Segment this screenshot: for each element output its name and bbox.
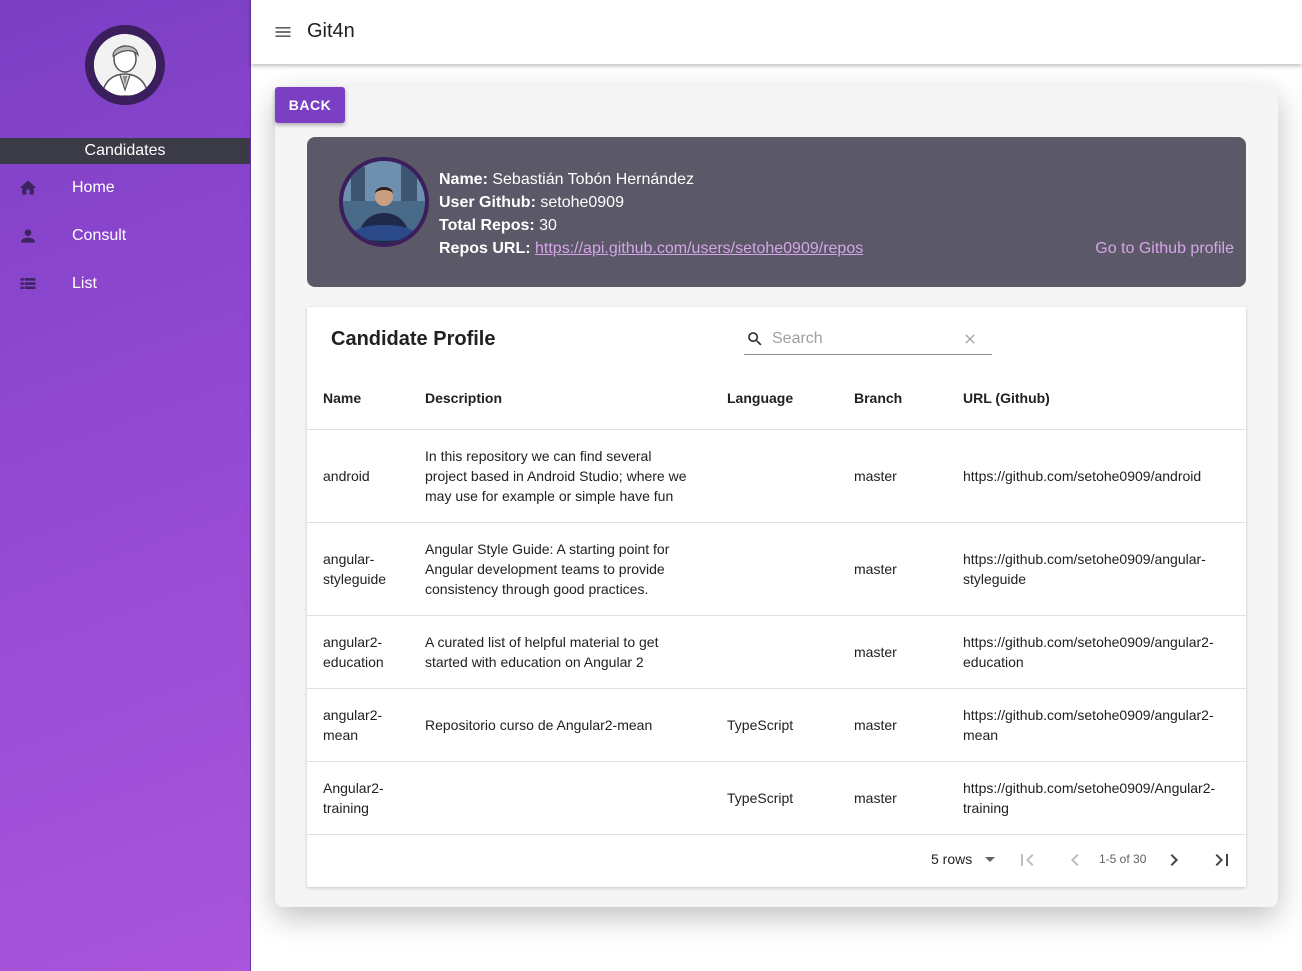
total-repos-value: 30	[539, 217, 557, 234]
candidate-repos-table-card: Candidate Profile Name Description Langu…	[307, 307, 1246, 887]
column-header-branch[interactable]: Branch	[838, 367, 947, 430]
sidebar-item-label: List	[72, 275, 97, 292]
search-icon	[748, 332, 762, 346]
candidate-name: Sebastián Tobón Hernández	[492, 171, 694, 188]
candidate-name-line: Name: Sebastián Tobón Hernández	[439, 171, 694, 189]
cell-name: Angular2-training	[307, 761, 409, 835]
businessman-icon	[94, 34, 156, 96]
sidebar-item-consult[interactable]: Consult	[0, 212, 250, 260]
candidate-repos-line: Total Repos: 30	[439, 217, 557, 235]
cell-language	[711, 429, 838, 523]
cell-url: https://github.com/setohe0909/android	[947, 429, 1246, 523]
app-title: Git4n	[307, 20, 355, 42]
sidebar-item-label: Consult	[72, 227, 127, 244]
search-input[interactable]	[772, 328, 952, 350]
cell-branch: master	[838, 688, 947, 762]
top-app-bar: Git4n	[251, 0, 1302, 64]
column-header-description[interactable]: Description	[409, 367, 711, 430]
sidebar-item-list[interactable]: List	[0, 260, 250, 308]
cell-language	[711, 522, 838, 616]
column-header-url[interactable]: URL (Github)	[947, 367, 1246, 430]
table-row[interactable]: Angular2-training TypeScript master http…	[307, 761, 1246, 835]
cell-name: angular2-mean	[307, 688, 409, 762]
cell-branch: master	[838, 615, 947, 689]
cell-language: TypeScript	[711, 761, 838, 835]
cell-branch: master	[838, 429, 947, 523]
repos-url-label: Repos URL:	[439, 240, 531, 257]
list-icon	[20, 278, 36, 289]
pagination-range: 1-5 of 30	[1099, 852, 1147, 866]
column-header-name[interactable]: Name	[307, 367, 409, 430]
cell-language: TypeScript	[711, 688, 838, 762]
last-page-icon[interactable]	[1210, 848, 1234, 872]
cell-branch: master	[838, 761, 947, 835]
candidate-github-line: User Github: setohe0909	[439, 194, 624, 212]
dropdown-caret-icon[interactable]	[985, 857, 995, 862]
cell-language	[711, 615, 838, 689]
clear-search-icon[interactable]	[962, 331, 978, 347]
candidate-photo	[343, 161, 425, 243]
cell-description: A curated list of helpful material to ge…	[409, 615, 711, 689]
go-to-github-profile-link[interactable]: Go to Github profile	[1095, 240, 1234, 258]
candidate-avatar	[339, 157, 429, 247]
sidebar-item-home[interactable]: Home	[0, 164, 250, 212]
candidate-repos-url-line: Repos URL: https://api.github.com/users/…	[439, 240, 863, 258]
name-label: Name:	[439, 171, 488, 188]
table-pagination: 5 rows 1-5 of 30	[307, 834, 1246, 887]
rows-per-page-select[interactable]: 5 rows	[931, 851, 972, 867]
sidebar-item-label: Home	[72, 179, 115, 196]
sidebar-header: Candidates	[0, 138, 250, 164]
cell-description: Angular Style Guide: A starting point fo…	[409, 522, 711, 616]
total-repos-label: Total Repos:	[439, 217, 535, 234]
table-header-row: Name Description Language Branch URL (Gi…	[307, 367, 1246, 430]
cell-description: In this repository we can find several p…	[409, 429, 711, 523]
sidebar: Candidates Home Consult List	[0, 0, 251, 971]
cell-url: https://github.com/setohe0909/Angular2-t…	[947, 761, 1246, 835]
candidate-profile-summary: Name: Sebastián Tobón Hernández User Git…	[307, 137, 1246, 287]
cell-branch: master	[838, 522, 947, 616]
github-label: User Github:	[439, 194, 536, 211]
repos-url-link[interactable]: https://api.github.com/users/setohe0909/…	[535, 240, 863, 257]
table-row[interactable]: angular-styleguide Angular Style Guide: …	[307, 522, 1246, 616]
column-header-language[interactable]: Language	[711, 367, 838, 430]
person-icon	[21, 229, 35, 243]
table-row[interactable]: android In this repository we can find s…	[307, 429, 1246, 523]
app-logo-avatar	[85, 25, 165, 105]
home-icon	[19, 180, 37, 195]
menu-icon[interactable]	[273, 22, 293, 42]
previous-page-icon[interactable]	[1063, 848, 1087, 872]
cell-url: https://github.com/setohe0909/angular2-m…	[947, 688, 1246, 762]
candidate-github-user: setohe0909	[540, 194, 624, 211]
table-row[interactable]: angular2-education A curated list of hel…	[307, 615, 1246, 689]
table-row[interactable]: angular2-mean Repositorio curso de Angul…	[307, 688, 1246, 762]
cell-description	[409, 761, 711, 835]
first-page-icon[interactable]	[1015, 848, 1039, 872]
cell-name: angular2-education	[307, 615, 409, 689]
cell-description: Repositorio curso de Angular2-mean	[409, 688, 711, 762]
cell-name: angular-styleguide	[307, 522, 409, 616]
cell-url: https://github.com/setohe0909/angular2-e…	[947, 615, 1246, 689]
table-title: Candidate Profile	[331, 328, 496, 350]
next-page-icon[interactable]	[1162, 848, 1186, 872]
back-button[interactable]: BACK	[275, 87, 345, 123]
repos-table: Name Description Language Branch URL (Gi…	[307, 367, 1246, 835]
cell-name: android	[307, 429, 409, 523]
search-field	[744, 324, 992, 355]
cell-url: https://github.com/setohe0909/angular-st…	[947, 522, 1246, 616]
